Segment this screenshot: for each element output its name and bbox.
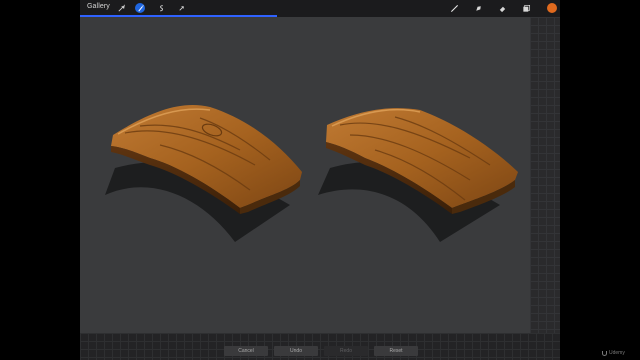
udemy-logo-icon (602, 350, 607, 356)
cancel-button[interactable]: Cancel (224, 346, 268, 356)
watermark-text: Udemy (609, 350, 625, 356)
wood-plank-right (318, 108, 518, 242)
udemy-watermark: Udemy (602, 350, 625, 356)
undo-button[interactable]: Undo (274, 346, 318, 356)
redo-button[interactable]: Redo (324, 346, 368, 356)
bottom-action-bar: Cancel Undo Redo Reset (224, 346, 418, 358)
artwork-layer (105, 105, 518, 242)
wood-plank-left (105, 105, 302, 242)
reset-button[interactable]: Reset (374, 346, 418, 356)
